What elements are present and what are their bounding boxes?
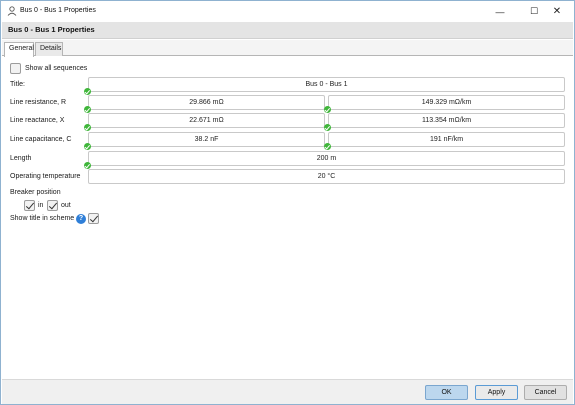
ok-button[interactable]: OK — [425, 385, 468, 400]
close-icon: ✕ — [552, 6, 562, 17]
show-title-in-scheme-label: Show title in scheme — [10, 215, 75, 222]
tab-strip: General Details — [2, 40, 573, 57]
line-capacitance-label: Line capacitance, C — [10, 136, 72, 143]
title-bar: Bus 0 - Bus 1 Properties — ☐ ✕ — [1, 1, 574, 22]
tab-general[interactable]: General — [4, 42, 34, 57]
dialog-heading: Bus 0 - Bus 1 Properties — [8, 25, 95, 34]
general-tab-content: Show all sequences Title: Bus 0 - Bus 1 … — [2, 57, 573, 379]
line-reactance-per-km-input[interactable]: 113.354 mΩ/km — [328, 113, 565, 128]
length-input[interactable]: 200 m — [88, 151, 565, 166]
title-input[interactable]: Bus 0 - Bus 1 — [88, 77, 565, 92]
show-title-in-scheme-checkbox[interactable] — [88, 213, 99, 224]
show-all-sequences-checkbox[interactable] — [10, 63, 21, 74]
breaker-out-label: out — [61, 202, 71, 209]
help-icon[interactable]: ? — [76, 214, 86, 224]
breaker-out-checkbox[interactable] — [47, 200, 58, 211]
line-resistance-per-km-input[interactable]: 149.329 mΩ/km — [328, 95, 565, 110]
line-reactance-input[interactable]: 22.671 mΩ — [88, 113, 325, 128]
line-properties-icon — [7, 6, 17, 16]
line-resistance-input[interactable]: 29.866 mΩ — [88, 95, 325, 110]
breaker-in-checkbox[interactable] — [24, 200, 35, 211]
tab-details[interactable]: Details — [35, 42, 63, 56]
check-circle-icon — [324, 143, 331, 150]
check-circle-icon — [324, 124, 331, 131]
close-button[interactable]: ✕ — [540, 1, 574, 22]
check-circle-icon — [324, 106, 331, 113]
properties-dialog: Bus 0 - Bus 1 Properties — ☐ ✕ Bus 0 - B… — [0, 0, 575, 405]
operating-temperature-label: Operating temperature — [10, 173, 81, 180]
check-circle-icon — [84, 106, 91, 113]
operating-temperature-input[interactable]: 20 °C — [88, 169, 565, 184]
dialog-header: Bus 0 - Bus 1 Properties — [2, 22, 573, 39]
check-circle-icon — [84, 162, 91, 169]
dialog-footer: OK Apply Cancel — [2, 379, 573, 404]
check-circle-icon — [84, 88, 91, 95]
line-capacitance-per-km-input[interactable]: 191 nF/km — [328, 132, 565, 147]
length-label: Length — [10, 155, 32, 162]
minimize-button[interactable]: — — [483, 1, 517, 22]
breaker-in-label: in — [38, 202, 44, 209]
line-capacitance-input[interactable]: 38.2 nF — [88, 132, 325, 147]
breaker-position-label: Breaker position — [10, 189, 61, 196]
minimize-icon: — — [495, 6, 505, 17]
line-reactance-label: Line reactance, X — [10, 117, 65, 124]
line-resistance-label: Line resistance, R — [10, 99, 67, 106]
title-label: Title: — [10, 81, 25, 88]
apply-button[interactable]: Apply — [475, 385, 518, 400]
maximize-icon: ☐ — [529, 6, 539, 16]
window-title: Bus 0 - Bus 1 Properties — [20, 7, 96, 14]
check-circle-icon — [84, 143, 91, 150]
cancel-button[interactable]: Cancel — [524, 385, 567, 400]
show-all-sequences-label: Show all sequences — [25, 65, 88, 72]
check-circle-icon — [84, 124, 91, 131]
